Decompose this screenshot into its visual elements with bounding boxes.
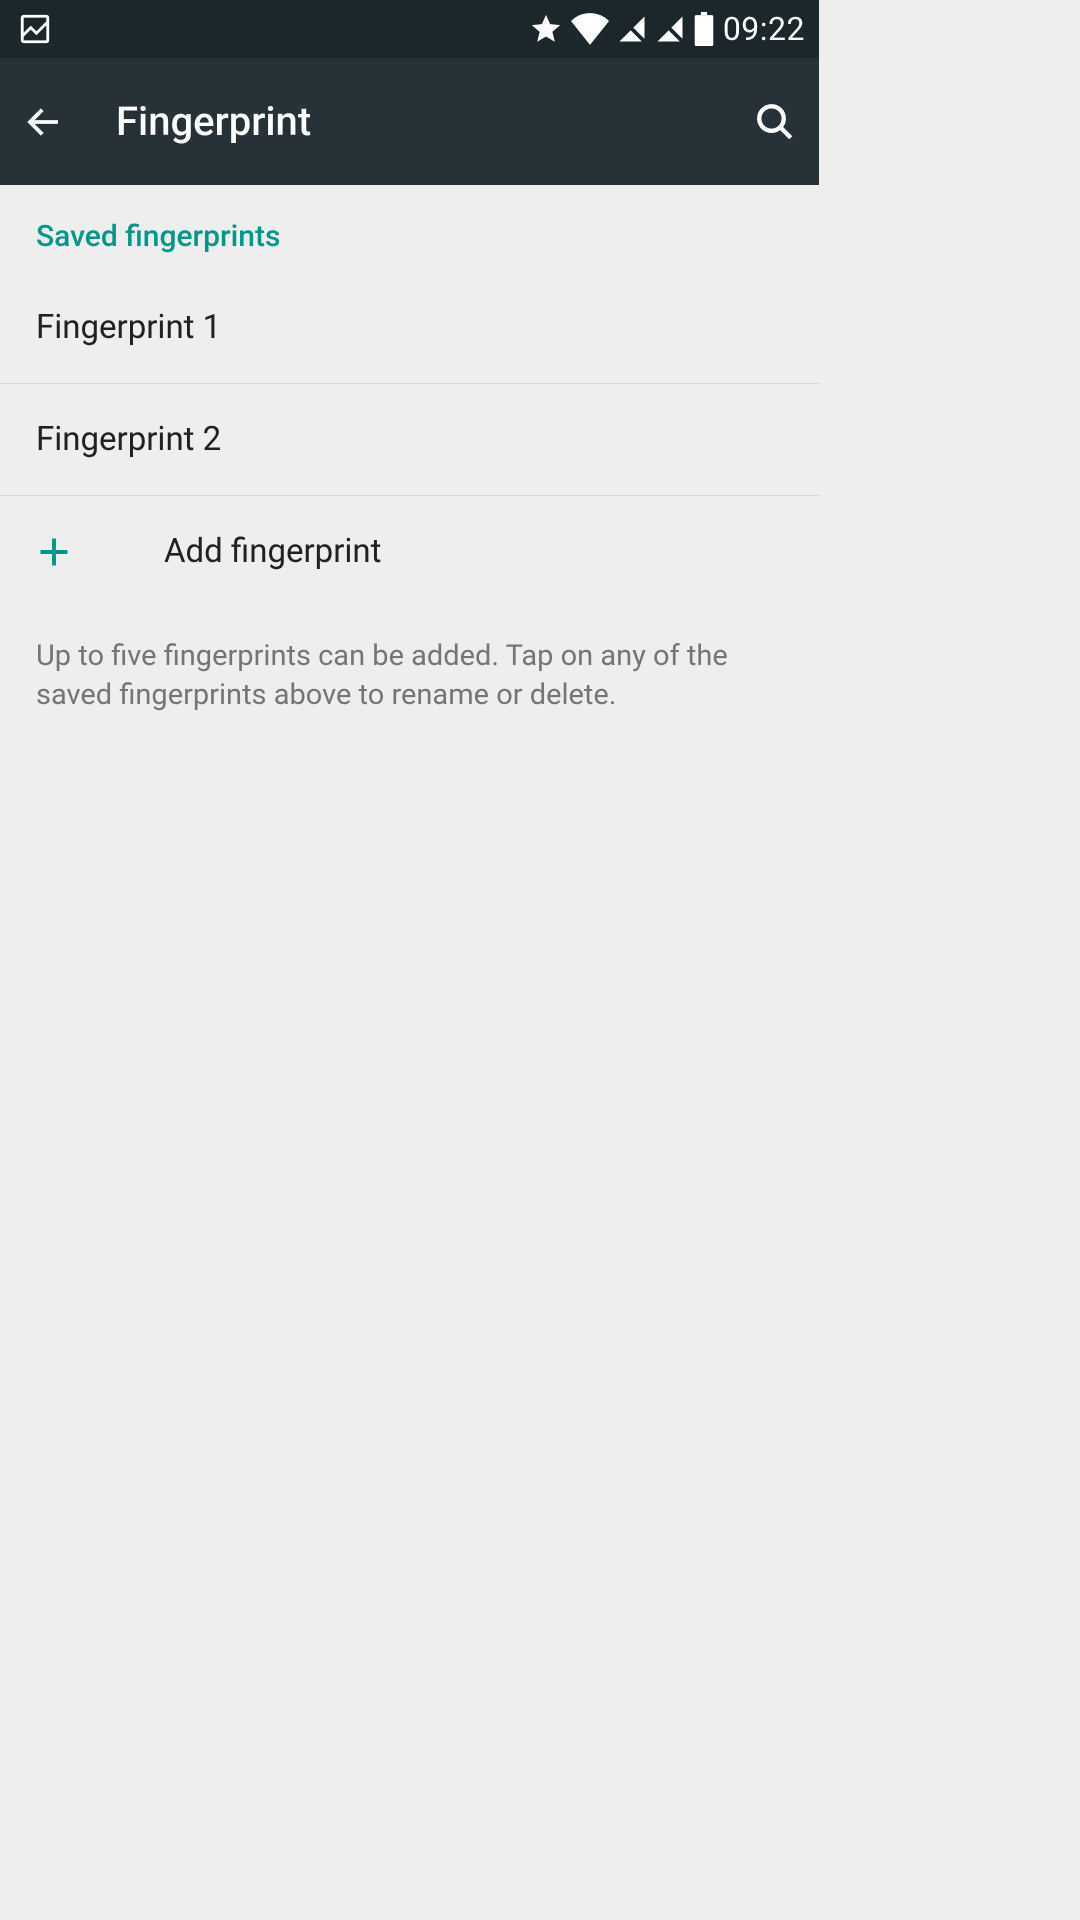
image-icon bbox=[18, 12, 52, 46]
status-left bbox=[18, 12, 52, 46]
back-button[interactable] bbox=[20, 98, 68, 146]
fingerprint-item-label: Fingerprint 2 bbox=[36, 420, 221, 459]
signal-off-icon bbox=[617, 12, 647, 46]
fingerprint-item[interactable]: Fingerprint 2 bbox=[0, 384, 819, 495]
hint-text: Up to five fingerprints can be added. Ta… bbox=[0, 607, 819, 715]
fingerprint-item[interactable]: Fingerprint 1 bbox=[0, 272, 819, 383]
fingerprint-item-label: Fingerprint 1 bbox=[36, 308, 221, 347]
star-icon bbox=[529, 12, 563, 46]
search-button[interactable] bbox=[751, 98, 799, 146]
plus-icon bbox=[36, 534, 72, 570]
app-bar: Fingerprint bbox=[0, 58, 819, 185]
page-title: Fingerprint bbox=[116, 98, 751, 145]
status-time: 09:22 bbox=[723, 10, 805, 48]
section-header-saved-fingerprints: Saved fingerprints bbox=[0, 219, 819, 272]
add-fingerprint-button[interactable]: Add fingerprint bbox=[0, 496, 819, 607]
status-bar: 09:22 bbox=[0, 0, 819, 58]
search-icon bbox=[754, 101, 796, 143]
signal-off-icon-2 bbox=[655, 12, 685, 46]
status-right: 09:22 bbox=[529, 10, 805, 48]
add-fingerprint-label: Add fingerprint bbox=[164, 532, 381, 571]
battery-icon bbox=[693, 12, 715, 46]
arrow-left-icon bbox=[23, 101, 65, 143]
content: Saved fingerprints Fingerprint 1 Fingerp… bbox=[0, 185, 819, 715]
wifi-icon bbox=[571, 12, 609, 46]
